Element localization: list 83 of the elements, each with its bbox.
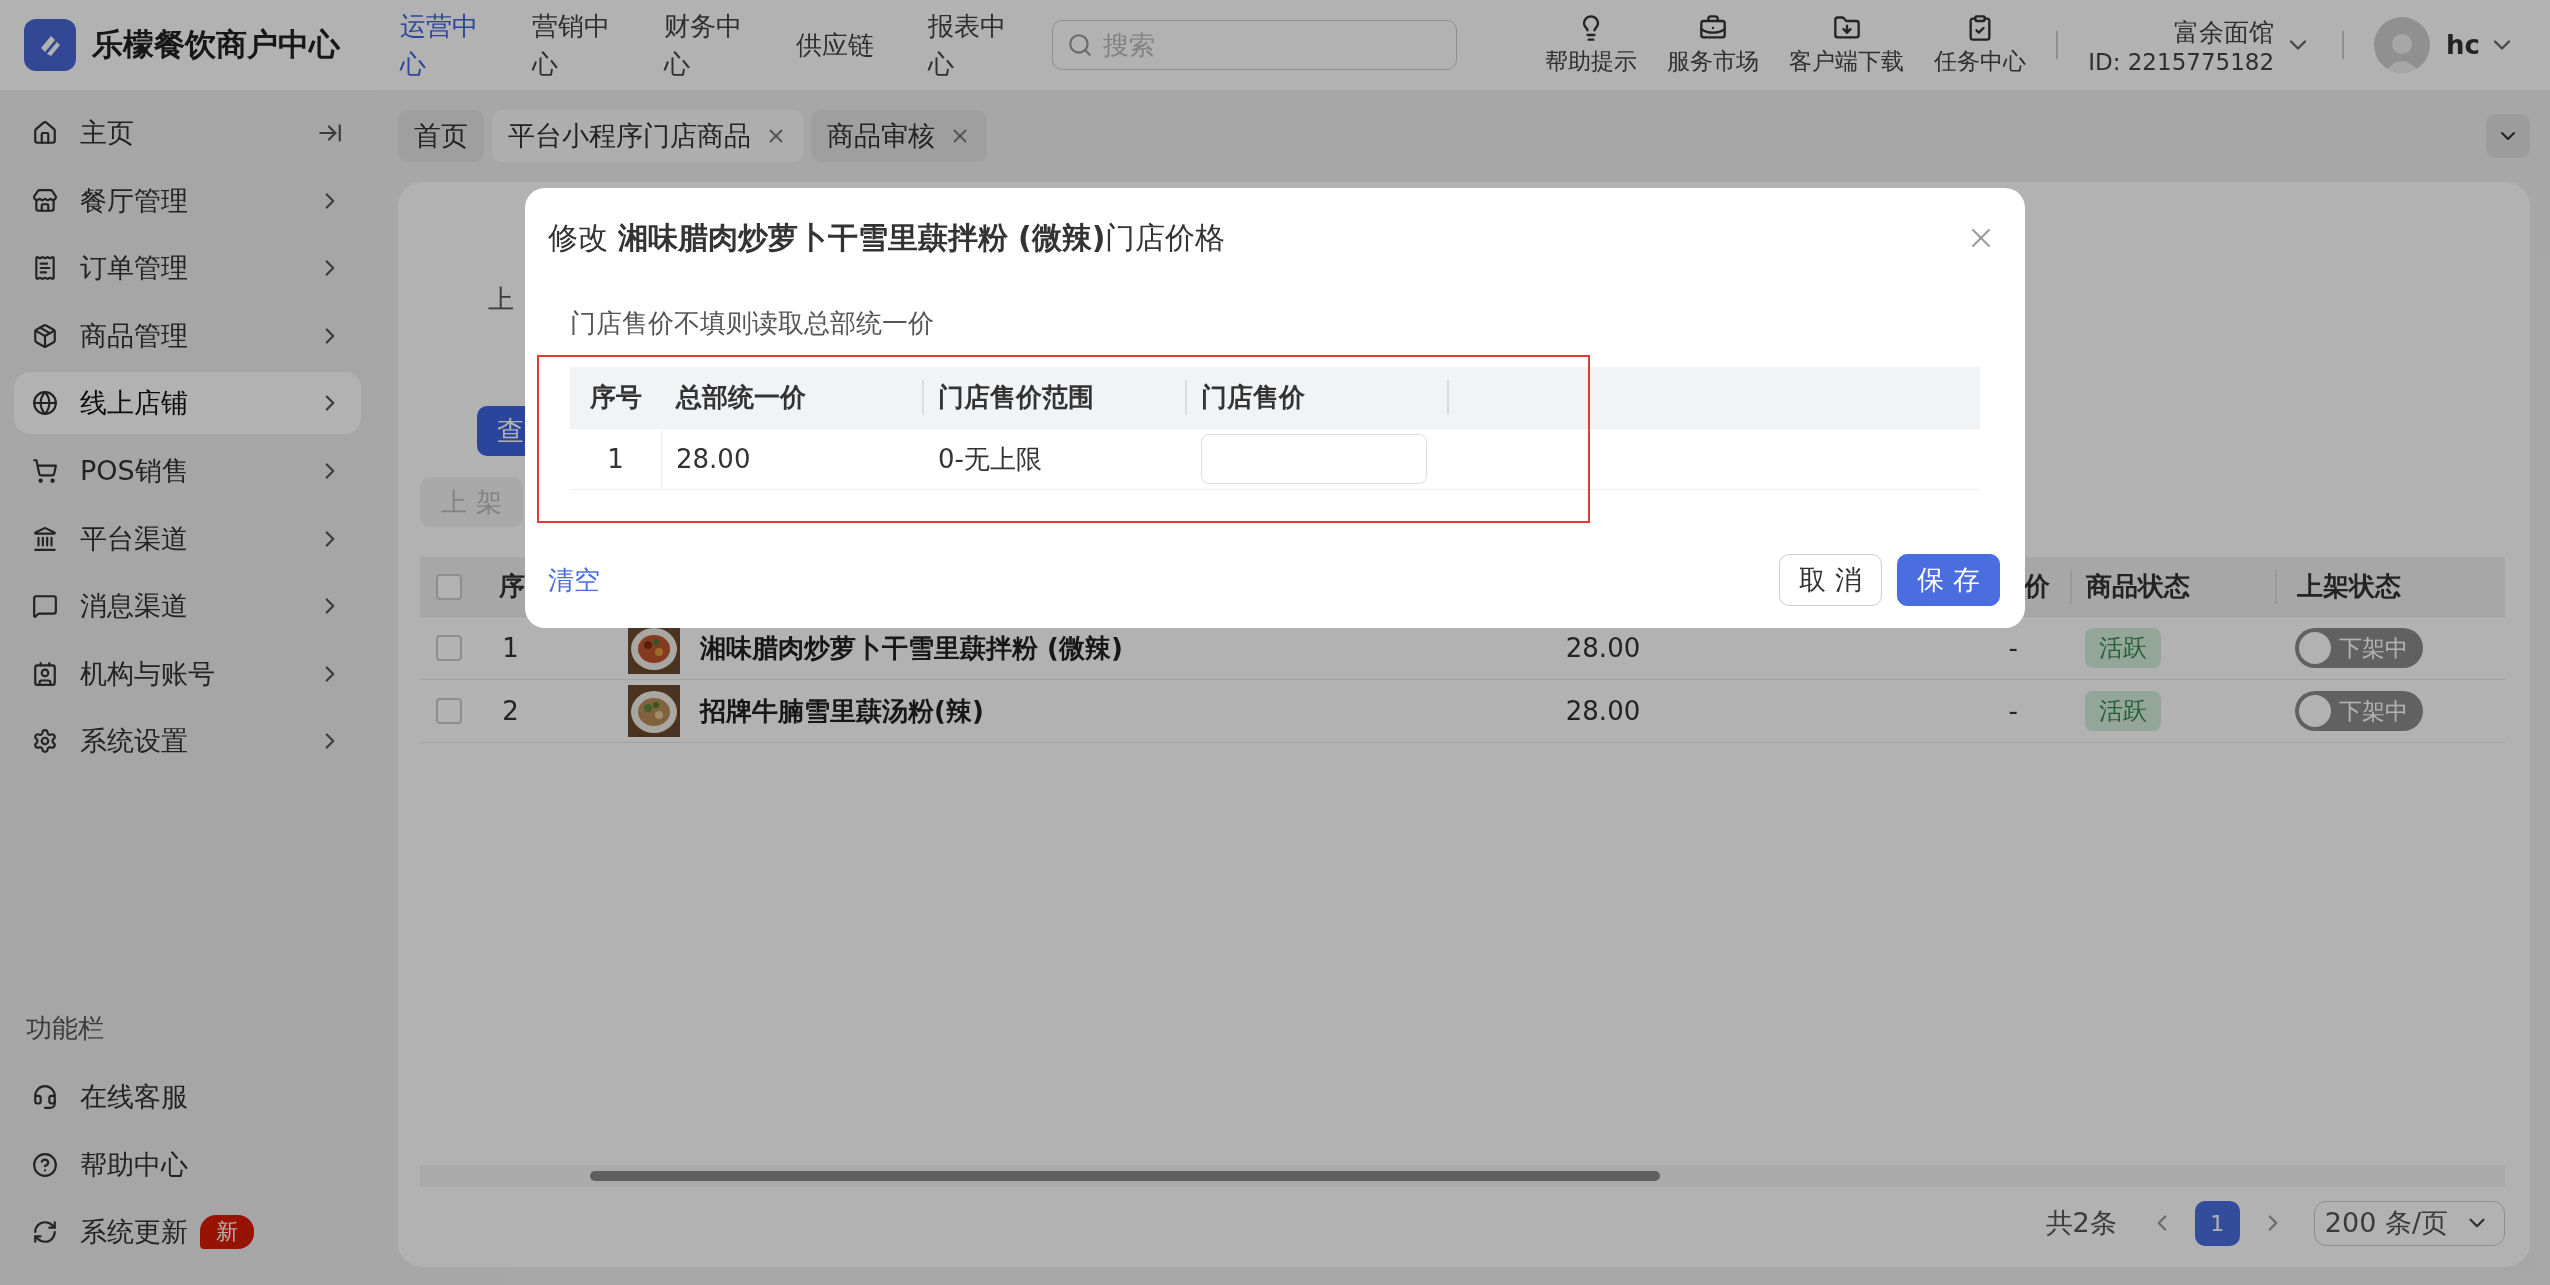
horizontal-scrollbar[interactable] [420, 1165, 2505, 1187]
checkbox[interactable] [436, 573, 462, 600]
sidebar-item[interactable]: 商品管理 [14, 304, 361, 367]
table-cell-text: 28.00 [1564, 633, 1642, 663]
toolbar-button[interactable]: 服务市场 [1667, 13, 1760, 77]
column-header: 总部统一价 [662, 380, 924, 415]
globe-icon [32, 390, 58, 417]
store-switcher[interactable]: 富余面馆 ID: 2215775182 [2088, 15, 2275, 75]
table-cell-text: 2 [501, 696, 520, 726]
nav-tab[interactable]: 供应链 [796, 26, 900, 64]
table-cell: 1 [570, 429, 662, 489]
sidebar-item[interactable]: 在线客服 [14, 1066, 361, 1129]
settings-icon [32, 728, 58, 755]
nav-tab[interactable]: 财务中心 [664, 7, 768, 83]
table-cell-text: - [2007, 633, 2019, 663]
nav-tab[interactable]: 营销中心 [532, 7, 636, 83]
page-button[interactable]: 1 [2194, 1200, 2240, 1246]
chat-icon [32, 593, 58, 620]
expand-button[interactable] [2486, 114, 2530, 158]
logo-icon [24, 19, 76, 71]
bank-icon [32, 525, 58, 552]
total-count: 共2条 [2045, 1206, 2117, 1240]
help-icon [32, 1151, 58, 1178]
id-card-icon [32, 660, 58, 687]
product-name: 湘味腊肉炒萝卜干雪里蕻拌粉 (微辣) [700, 631, 1123, 665]
headset-icon [32, 1084, 58, 1111]
page-tab[interactable]: 首页 [398, 110, 484, 162]
page-tab[interactable]: 商品审核 [811, 110, 987, 162]
sidebar-item[interactable]: POS销售 [14, 439, 361, 502]
receipt-icon [32, 255, 58, 282]
package-icon [32, 322, 58, 349]
price-input[interactable] [1201, 434, 1427, 484]
sidebar-item[interactable]: 系统设置 [14, 710, 361, 773]
column-header: 门店售价范围 [924, 380, 1187, 415]
page-size-select[interactable]: 200 条/页 [2313, 1200, 2505, 1246]
sidebar-item[interactable]: 餐厅管理 [14, 169, 361, 232]
sidebar-item[interactable]: 订单管理 [14, 237, 361, 300]
column-header: 门店售价 [1187, 380, 1449, 415]
sidebar-item[interactable]: 帮助中心 [14, 1133, 361, 1196]
status-tag: 活跃 [2085, 691, 2161, 731]
column-header: 序 [498, 570, 525, 603]
nav-tab[interactable]: 报表中心 [928, 7, 1032, 83]
sidebar-item[interactable]: 主页 [14, 102, 361, 164]
clear-link[interactable]: 清空 [548, 562, 600, 598]
checkbox[interactable] [436, 635, 462, 661]
column-header: 价 [2024, 570, 2050, 603]
new-badge: 新 [200, 1215, 254, 1250]
hint-text: 门店售价不填则读取总部统一价 [570, 307, 934, 340]
briefcase-icon [1699, 13, 1728, 42]
search-icon [1067, 32, 1093, 58]
table-cell-text: 28.00 [1564, 696, 1642, 726]
table-cell-text: 28.00 [675, 443, 752, 476]
refresh-icon [32, 1219, 58, 1246]
toolbar-button[interactable]: 帮助提示 [1545, 13, 1638, 77]
toolbar-button[interactable]: 任务中心 [1934, 13, 2027, 77]
page-tab[interactable]: 平台小程序门店商品 [492, 110, 803, 162]
cancel-button[interactable]: 取 消 [1779, 554, 1882, 606]
table-cell-text: 0-无上限 [937, 442, 1043, 476]
filter-label: 上 [488, 283, 514, 316]
section-title: 功能栏 [26, 1012, 105, 1046]
sidebar-item[interactable]: 机构与账号 [14, 642, 361, 705]
folder-download-icon [1832, 13, 1861, 42]
sidebar-item[interactable]: 平台渠道 [14, 507, 361, 570]
status-tag: 活跃 [2085, 628, 2161, 668]
brand-name: 乐檬餐饮商户中心 [92, 25, 340, 64]
product-name: 招牌牛腩雪里蕻汤粉(辣) [700, 694, 984, 728]
dialog-title: 修改 湘味腊肉炒萝卜干雪里蕻拌粉 (微辣)门店价格 [548, 219, 1226, 257]
save-button[interactable]: 保 存 [1897, 554, 2000, 606]
storefront-icon [32, 187, 58, 214]
column-header: 序号 [589, 381, 643, 414]
sidebar-item[interactable]: 线上店铺 [14, 372, 361, 435]
user-name[interactable]: hc [2446, 30, 2480, 60]
table-cell-text: 1 [501, 633, 520, 663]
sidebar-item[interactable]: 系统更新 新 [14, 1201, 361, 1264]
home-icon [32, 120, 58, 146]
toolbar-button[interactable]: 客户端下载 [1789, 13, 1905, 77]
cart-icon [32, 457, 58, 484]
column-header: 上架状态 [2275, 569, 2505, 604]
checkbox[interactable] [436, 698, 462, 724]
table-cell-text: - [2007, 696, 2019, 726]
nav-tab[interactable]: 运营中心 [400, 7, 504, 83]
sidebar-item[interactable]: 消息渠道 [14, 575, 361, 638]
column-header: 商品状态 [2070, 569, 2275, 604]
